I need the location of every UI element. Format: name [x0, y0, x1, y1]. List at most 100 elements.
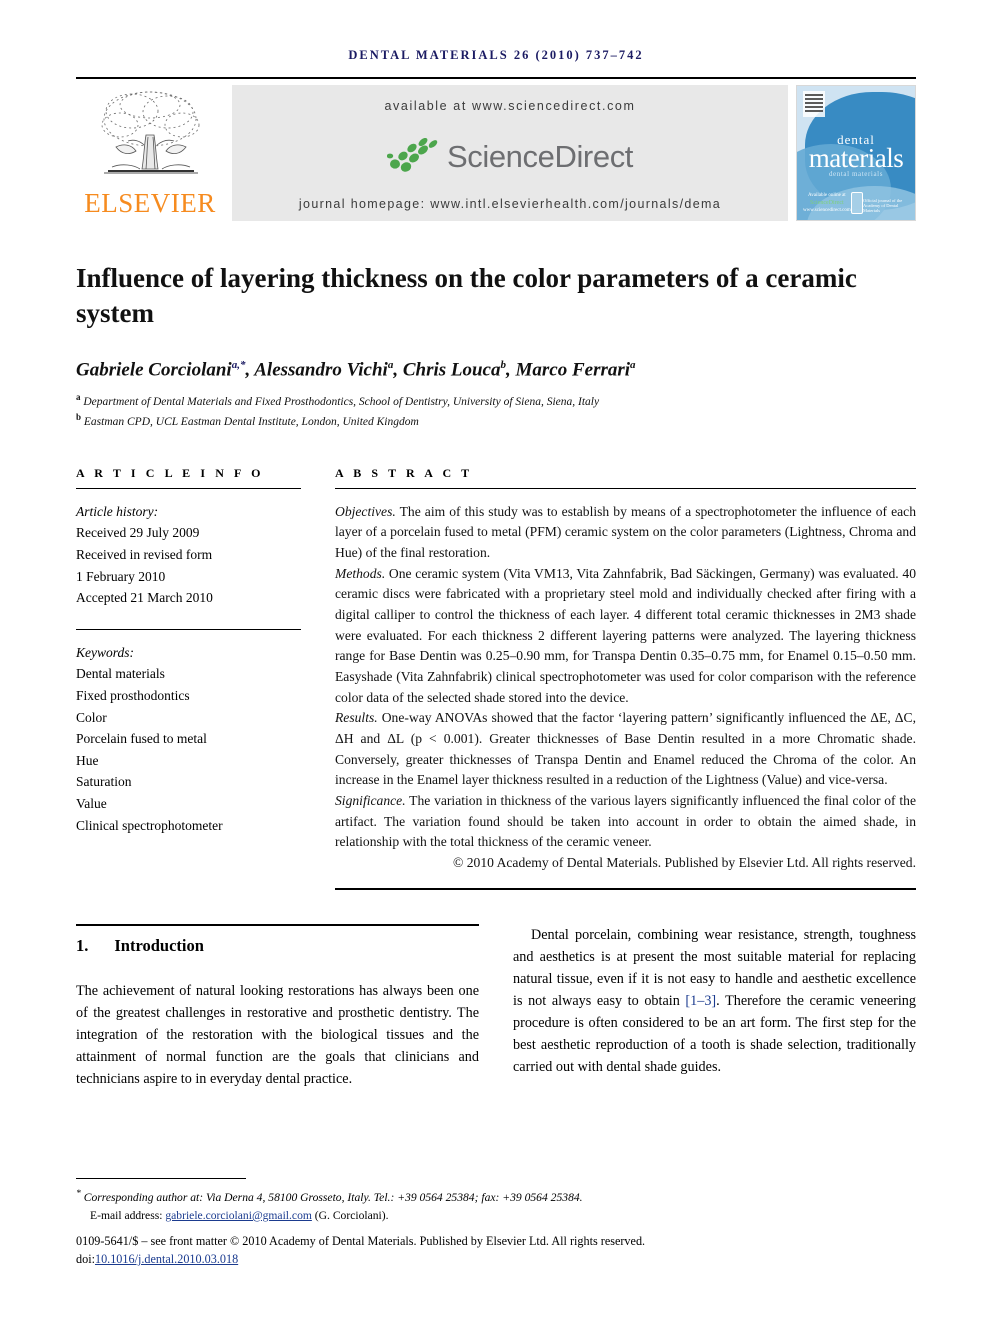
corresponding-author-note: * Corresponding author at: Via Derna 4, …: [76, 1187, 916, 1225]
introduction-right-paragraph: Dental porcelain, combining wear resista…: [513, 924, 916, 1078]
email-label: E-mail address:: [90, 1208, 163, 1222]
author-list: Gabriele Corciolania,*, Alessandro Vichi…: [76, 359, 636, 381]
abstract-methods-label: Methods.: [335, 565, 386, 581]
keyword-item: Fixed prosthodontics: [76, 687, 190, 703]
cover-sciencedirect-block: Available online at ScienceDirect www.sc…: [803, 193, 851, 214]
history-item-2: Received in revised form: [76, 546, 213, 562]
journal-cover-image: dental materials dental materials Availa…: [796, 85, 916, 221]
article-info-heading: A R T I C L E I N F O: [76, 465, 265, 480]
abstract-heading: A B S T R A C T: [335, 465, 473, 480]
cover-sd-url: www.sciencedirect.com: [803, 207, 851, 213]
keyword-item: Value: [76, 795, 107, 811]
footer-rule: [76, 1178, 246, 1179]
introduction-section: 1. Introduction The achievement of natur…: [76, 923, 916, 1090]
introduction-top-rule: [76, 923, 479, 926]
abstract-results: Results. One-way ANOVAs showed that the …: [335, 708, 916, 791]
affiliation-text-a: Department of Dental Materials and Fixed…: [83, 395, 600, 408]
affiliation-b: b Eastman CPD, UCL Eastman Dental Instit…: [76, 411, 916, 432]
author-marks-1: a,*: [231, 359, 246, 372]
author-marks-4: a: [630, 359, 636, 372]
history-item-4: Accepted 21 March 2010: [76, 590, 213, 606]
introduction-right-column: Dental porcelain, combining wear resista…: [513, 924, 916, 1090]
affiliations: a Department of Dental Materials and Fix…: [76, 391, 916, 432]
elsevier-logo: ELSEVIER: [76, 79, 224, 231]
introduction-heading: 1. Introduction: [76, 936, 479, 956]
abstract-significance-label: Significance.: [335, 792, 406, 808]
keyword-item: Saturation: [76, 774, 132, 790]
abstract-bottom-rule: [335, 887, 916, 890]
cover-sd-word: ScienceDirect: [810, 199, 844, 206]
sciencedirect-banner: available at www.sciencedirect.com Scien…: [232, 85, 788, 221]
author-name-1: Gabriele Corciolani: [76, 359, 232, 381]
email-link[interactable]: gabriele.corciolani@gmail.com: [165, 1209, 312, 1222]
article-history-block: Article history: Received 29 July 2009 R…: [76, 501, 301, 609]
cover-title-line2: materials: [808, 142, 904, 173]
cover-side-text: Official journal of the Academy of Denta…: [863, 198, 903, 214]
introduction-number: 1.: [76, 935, 89, 955]
affiliation-text-b: Eastman CPD, UCL Eastman Dental Institut…: [83, 415, 419, 428]
abstract-objectives: Objectives. The aim of this study was to…: [335, 502, 916, 564]
abstract-body: Objectives. The aim of this study was to…: [335, 502, 916, 874]
abstract-significance-text: The variation in thickness of the variou…: [335, 792, 916, 850]
history-item-3: 1 February 2010: [76, 568, 166, 584]
running-head: DENTAL MATERIALS 26 (2010) 737–742: [348, 48, 644, 62]
introduction-left-body: The achievement of natural looking resto…: [76, 980, 479, 1090]
page-footer: * Corresponding author at: Via Derna 4, …: [76, 1178, 916, 1268]
cover-academy-seal-icon: [850, 192, 863, 214]
cover-subtitle: dental materials: [828, 170, 884, 178]
abstract-results-text: One-way ANOVAs showed that the factor ‘l…: [335, 710, 916, 788]
article-info-column: A R T I C L E I N F O Article history: R…: [76, 466, 301, 890]
sciencedirect-logo: ScienceDirect: [386, 138, 634, 176]
email-suffix: (G. Corciolani).: [311, 1208, 389, 1222]
page-title: Influence of layering thickness on the c…: [76, 263, 857, 329]
issn-copyright-block: 0109-5641/$ – see front matter © 2010 Ac…: [76, 1232, 916, 1269]
introduction-right-body: Dental porcelain, combining wear resista…: [513, 924, 916, 1078]
abstract-results-label: Results.: [335, 710, 378, 726]
keyword-item: Color: [76, 709, 107, 725]
introduction-left-column: 1. Introduction The achievement of natur…: [76, 923, 479, 1090]
doi-link[interactable]: 10.1016/j.dental.2010.03.018: [95, 1252, 238, 1266]
reference-link-1-3[interactable]: [1–3]: [685, 993, 716, 1009]
article-history-label: Article history:: [76, 503, 159, 519]
introduction-left-paragraph: The achievement of natural looking resto…: [76, 982, 479, 1087]
journal-article-page: DENTAL MATERIALS 26 (2010) 737–742 ELSEV…: [0, 0, 992, 1323]
cover-elsevier-lines: [805, 94, 823, 114]
corresponding-label: Corresponding author at:: [83, 1190, 204, 1204]
doi-label: doi:: [76, 1252, 95, 1267]
corresponding-marker: *: [76, 1188, 81, 1199]
journal-homepage-text: journal homepage: www.intl.elsevierhealt…: [298, 197, 722, 211]
keywords-block: Keywords: Dental materials Fixed prostho…: [76, 642, 301, 836]
keywords-separator-rule: [76, 628, 301, 630]
author-name-3: Chris Louca: [402, 359, 501, 381]
cover-footer: Available online at ScienceDirect www.sc…: [803, 192, 909, 214]
affiliation-mark-b: b: [76, 412, 82, 423]
corresponding-text: Via Derna 4, 58100 Grosseto, Italy. Tel.…: [203, 1190, 583, 1204]
sciencedirect-leaves-icon: [386, 138, 438, 172]
abstract-methods: Methods. One ceramic system (Vita VM13, …: [335, 564, 916, 709]
keyword-item: Dental materials: [76, 666, 165, 682]
abstract-objectives-text: The aim of this study was to establish b…: [335, 503, 916, 561]
cover-sd-available: Available online at: [808, 193, 846, 199]
keywords-label: Keywords:: [76, 644, 134, 660]
author-marks-3: b: [500, 359, 507, 372]
sciencedirect-wordmark: ScienceDirect: [446, 139, 634, 174]
abstract-significance: Significance. The variation in thickness…: [335, 791, 916, 853]
email-line: E-mail address: gabriele.corciolani@gmai…: [90, 1207, 916, 1225]
affiliation-a: a Department of Dental Materials and Fix…: [76, 391, 916, 412]
introduction-title: Introduction: [114, 935, 204, 955]
author-name-4: Marco Ferrari: [515, 359, 631, 381]
abstract-methods-text: One ceramic system (Vita VM13, Vita Zahn…: [335, 565, 916, 705]
elsevier-wordmark: ELSEVIER: [84, 188, 216, 218]
abstract-objectives-label: Objectives.: [335, 503, 396, 519]
available-at-text: available at www.sciencedirect.com: [384, 99, 636, 113]
author-marks-2: a: [387, 359, 394, 372]
cover-title: dental materials: [797, 133, 915, 173]
doi-line: doi:10.1016/j.dental.2010.03.018: [76, 1250, 916, 1268]
info-abstract-columns: A R T I C L E I N F O Article history: R…: [76, 466, 916, 890]
masthead: ELSEVIER available at www.sciencedirect.…: [76, 77, 916, 231]
issn-line: 0109-5641/$ – see front matter © 2010 Ac…: [76, 1233, 646, 1248]
author-name-2: Alessandro Vichi: [254, 359, 388, 381]
abstract-rule: [335, 487, 916, 489]
abstract-copyright: © 2010 Academy of Dental Materials. Publ…: [453, 854, 916, 870]
history-item-1: Received 29 July 2009: [76, 525, 200, 541]
